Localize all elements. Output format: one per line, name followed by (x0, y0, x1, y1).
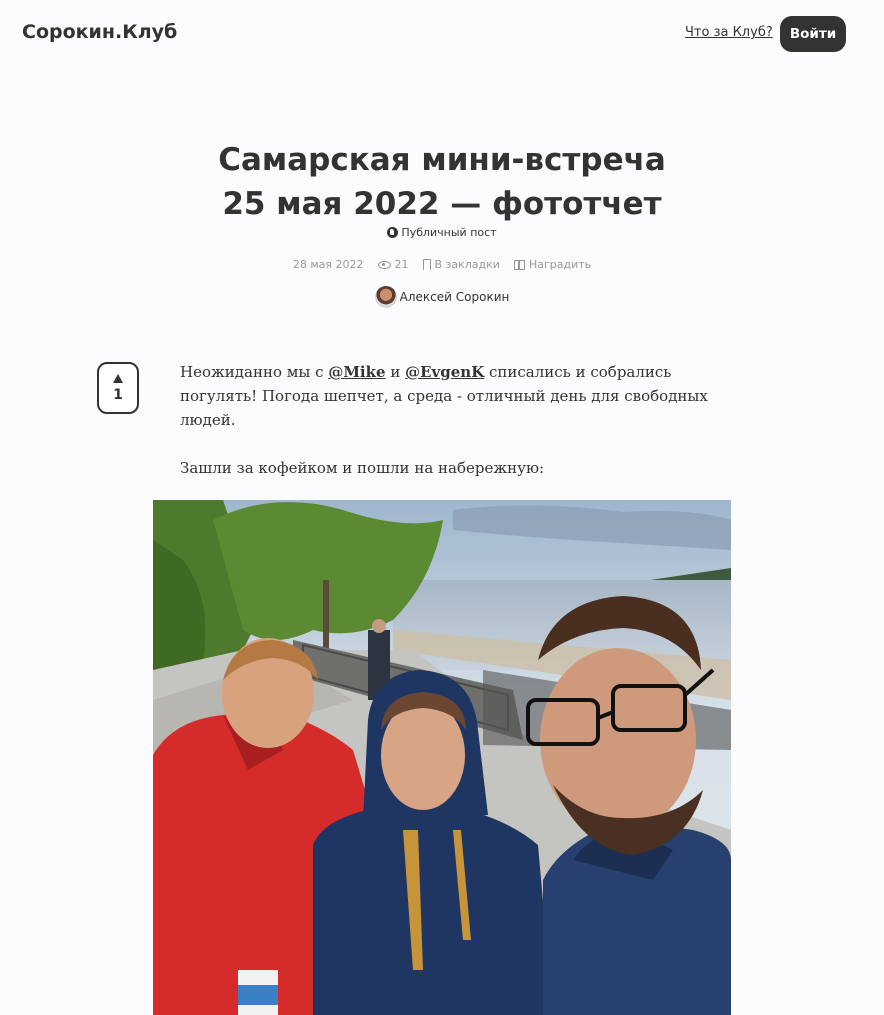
author-avatar[interactable] (374, 286, 397, 308)
post-photo[interactable] (153, 500, 731, 1015)
paragraph-text: и (385, 363, 406, 381)
views-count: 21 (394, 258, 409, 271)
paragraph-text: Неожиданно мы с (180, 363, 329, 381)
about-club-link[interactable]: Что за Клуб? (685, 25, 773, 40)
post-author[interactable]: Алексей Сорокин (0, 286, 884, 308)
mention-evgenk-link[interactable]: @EvgenK (405, 363, 484, 381)
upvote-count: 1 (113, 386, 123, 403)
post-views: 21 (377, 258, 409, 271)
reward-label: Наградить (528, 258, 592, 271)
bookmark-icon (422, 259, 431, 270)
photo-illustration (153, 500, 731, 1015)
site-logo[interactable]: Сорокин.Клуб (22, 21, 177, 43)
reward-button[interactable]: Наградить (513, 258, 592, 271)
post-paragraph-2: Зашли за кофейком и пошли на набережную: (180, 459, 545, 477)
globe-icon (387, 227, 399, 238)
upvote-button[interactable]: 1 (97, 362, 139, 414)
post-meta: 28 мая 2022 21 В закладки Наградить (0, 258, 884, 271)
bookmark-label: В закладки (434, 258, 500, 271)
post-date: 28 мая 2022 (292, 258, 364, 271)
site-header: Сорокин.Клуб Что за Клуб? Войти (0, 0, 884, 68)
post-paragraph-1: Неожиданно мы с @Mike и @EvgenK списалис… (180, 360, 720, 432)
post-visibility: Публичный пост (0, 226, 884, 239)
post-title-line-1: Самарская мини-встреча (218, 142, 666, 178)
gift-icon (513, 259, 525, 270)
visibility-label: Публичный пост (401, 226, 497, 239)
bookmark-button[interactable]: В закладки (422, 258, 500, 271)
post-title: Самарская мини-встреча 25 мая 2022 — фот… (92, 138, 792, 226)
author-name[interactable]: Алексей Сорокин (400, 290, 510, 304)
post-title-line-2: 25 мая 2022 — фототчет (222, 186, 662, 222)
mention-mike-link[interactable]: @Mike (328, 363, 385, 381)
eye-icon (377, 260, 391, 269)
login-button[interactable]: Войти (780, 16, 846, 52)
post-body: Неожиданно мы с @Mike и @EvgenK списалис… (180, 360, 720, 504)
triangle-up-icon (113, 373, 123, 383)
